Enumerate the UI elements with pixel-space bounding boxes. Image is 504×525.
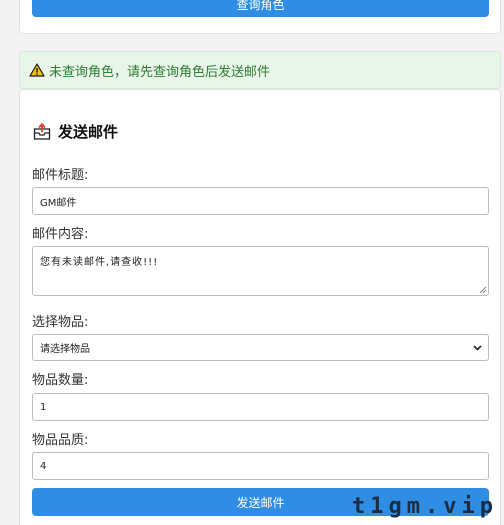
send-mail-title: 发送邮件 — [33, 121, 118, 142]
warning-icon — [29, 63, 45, 77]
content-label: 邮件内容: — [32, 227, 89, 242]
query-role-card: 查询角色 — [19, 0, 501, 34]
warning-alert: 未查询角色，请先查询角色后发送邮件 — [19, 51, 501, 89]
quantity-label: 物品数量: — [32, 373, 89, 388]
resize-grip-icon[interactable] — [479, 286, 486, 293]
subject-input[interactable]: GM邮件 — [32, 187, 489, 215]
query-role-button[interactable]: 查询角色 — [32, 0, 489, 17]
quantity-value: 1 — [40, 401, 47, 413]
quality-value: 4 — [40, 460, 47, 472]
send-mail-title-text: 发送邮件 — [58, 123, 119, 141]
content-textarea[interactable]: 您有未读邮件,请查收!!! — [32, 246, 489, 296]
outbox-icon — [33, 122, 51, 140]
chevron-down-icon — [473, 344, 482, 351]
subject-value: GM邮件 — [40, 197, 77, 209]
item-select[interactable]: 请选择物品 — [32, 334, 489, 361]
item-selected-value: 请选择物品 — [40, 344, 90, 355]
subject-label: 邮件标题: — [32, 168, 89, 183]
quantity-input[interactable]: 1 — [32, 393, 489, 421]
quality-label: 物品品质: — [32, 433, 89, 448]
watermark: t1gm.vip — [352, 494, 498, 519]
content-value: 您有未读邮件,请查收!!! — [40, 257, 159, 268]
item-label: 选择物品: — [32, 315, 89, 330]
alert-text: 未查询角色，请先查询角色后发送邮件 — [49, 64, 271, 80]
page: 查询角色 未查询角色，请先查询角色后发送邮件 发送邮件 邮件标题: GM邮件 邮… — [0, 0, 504, 525]
send-mail-card: 发送邮件 邮件标题: GM邮件 邮件内容: 您有未读邮件,请查收!!! 选择物品… — [19, 89, 501, 525]
quality-input[interactable]: 4 — [32, 452, 489, 480]
